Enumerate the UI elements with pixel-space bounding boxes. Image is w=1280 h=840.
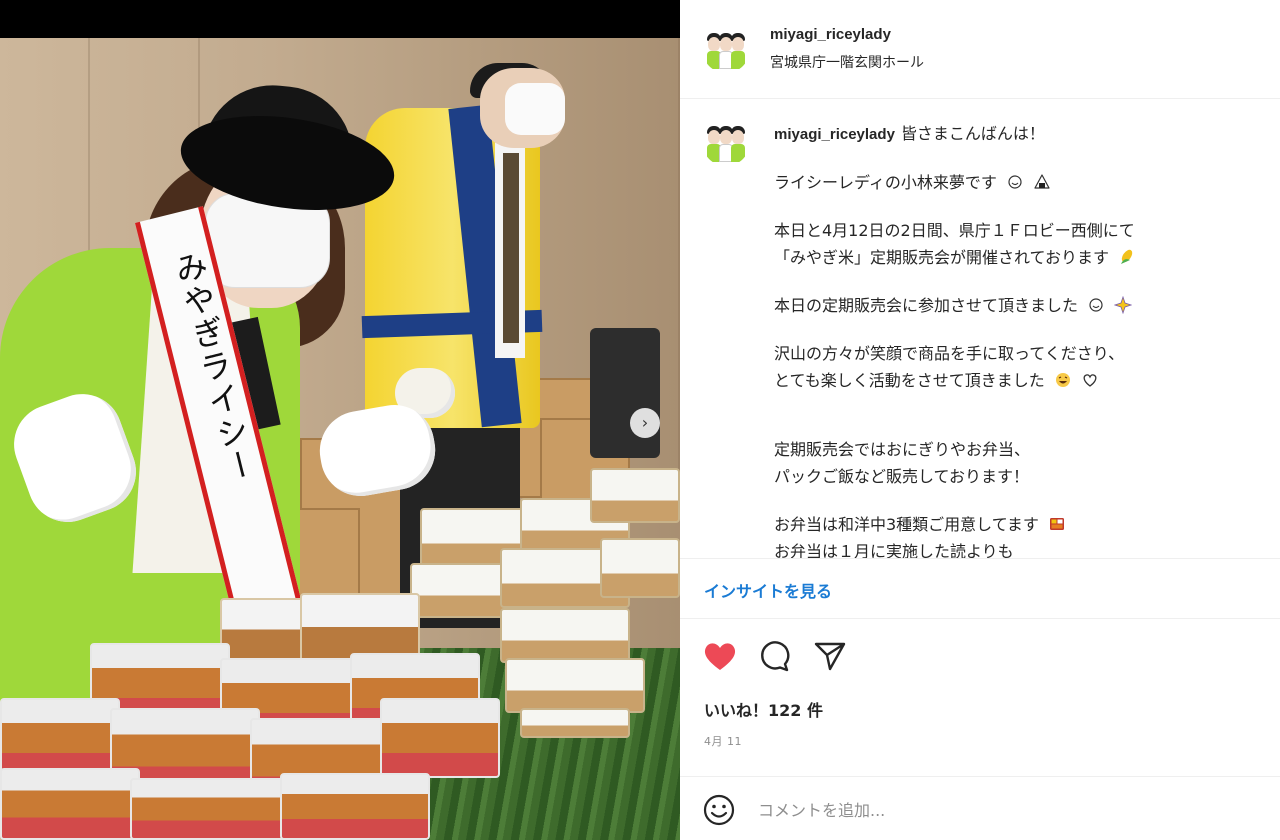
bento-box — [130, 778, 290, 840]
chevron-right-icon: › — [641, 413, 649, 432]
smiley-icon[interactable] — [702, 793, 736, 827]
bento-box — [280, 773, 430, 840]
smiling-face-icon — [1008, 175, 1022, 189]
share-button[interactable] — [812, 638, 848, 674]
laughing-face-icon — [1055, 373, 1070, 387]
post-details-panel: miyagi_riceylady 宮城県庁一階玄関ホール miyagi_rice… — [680, 0, 1280, 840]
bento-box — [0, 698, 120, 778]
divider — [680, 618, 1280, 619]
caption-line: 皆さまこんばんは！ — [900, 124, 1045, 143]
rice-pack — [600, 538, 680, 598]
post-photo-frame: みやぎライシー › — [0, 0, 680, 840]
caption-line: 本日の定期販売会に参加させて頂きました — [774, 296, 1079, 315]
bento-icon — [1050, 518, 1064, 530]
sparkles-icon — [1114, 296, 1133, 314]
bento-box — [380, 698, 500, 778]
corn-icon — [1121, 249, 1133, 264]
rice-pack — [505, 658, 645, 713]
caption-line: ライシーレディの小林来夢です — [774, 173, 997, 192]
like-count[interactable]: いいね！122 件 — [704, 697, 823, 721]
smiling-face-icon — [1089, 298, 1103, 312]
rice-ball-icon — [1034, 174, 1050, 189]
carousel-next-button[interactable]: › — [630, 408, 660, 438]
man-tie — [503, 153, 519, 343]
caption-line: パックご飯など販売しております！ — [774, 467, 1030, 486]
caption-scroll-area[interactable]: miyagi_riceylady 皆さまこんばんは！ ライシーレディの小林来夢です… — [680, 100, 1280, 558]
rice-pack — [500, 608, 630, 663]
avatar[interactable] — [702, 25, 750, 73]
divider — [680, 98, 1280, 99]
rice-pack — [590, 468, 680, 523]
paper-plane-icon — [814, 642, 846, 671]
view-insights-link[interactable]: インサイトを見る — [704, 578, 832, 602]
comment-bubble-icon — [761, 641, 790, 672]
post-photo: みやぎライシー — [0, 38, 680, 840]
rice-pack — [520, 708, 630, 738]
comment-button[interactable] — [756, 638, 792, 674]
post-location[interactable]: 宮城県庁一階玄関ホール — [770, 52, 924, 72]
caption-line: 定期販売会ではおにぎりやお弁当、 — [774, 440, 1031, 459]
caption-line: 本日と4月12日の2日間、県庁１Ｆロビー西側にて — [774, 221, 1135, 240]
caption-avatar[interactable] — [702, 118, 750, 166]
man-mask — [505, 83, 565, 135]
post-date[interactable]: 4月 11 — [704, 733, 742, 749]
divider — [680, 558, 1280, 559]
divider — [680, 776, 1280, 777]
post-author-username[interactable]: miyagi_riceylady — [770, 26, 891, 43]
caption-line: 沢山の方々が笑顔で商品を手に取ってくださり、 — [774, 344, 1125, 363]
comment-input[interactable] — [758, 796, 1238, 824]
heart-outline-icon — [1083, 374, 1097, 387]
caption-line: お弁当は１月に実施した読よりも — [774, 542, 1014, 558]
caption-line: とても楽しく活動をさせて頂きました — [774, 371, 1045, 390]
like-button[interactable] — [702, 638, 738, 674]
caption-username[interactable]: miyagi_riceylady — [774, 126, 895, 143]
caption-text: miyagi_riceylady 皆さまこんばんは！ ライシーレディの小林来夢です… — [774, 120, 1244, 558]
bento-box — [0, 768, 140, 840]
caption-line: お弁当は和洋中3種類ご用意してます — [774, 515, 1039, 534]
caption-line: 「みやぎ米」定期販売会が開催されております — [774, 248, 1110, 267]
heart-filled-icon — [704, 643, 736, 670]
chair — [590, 328, 660, 458]
